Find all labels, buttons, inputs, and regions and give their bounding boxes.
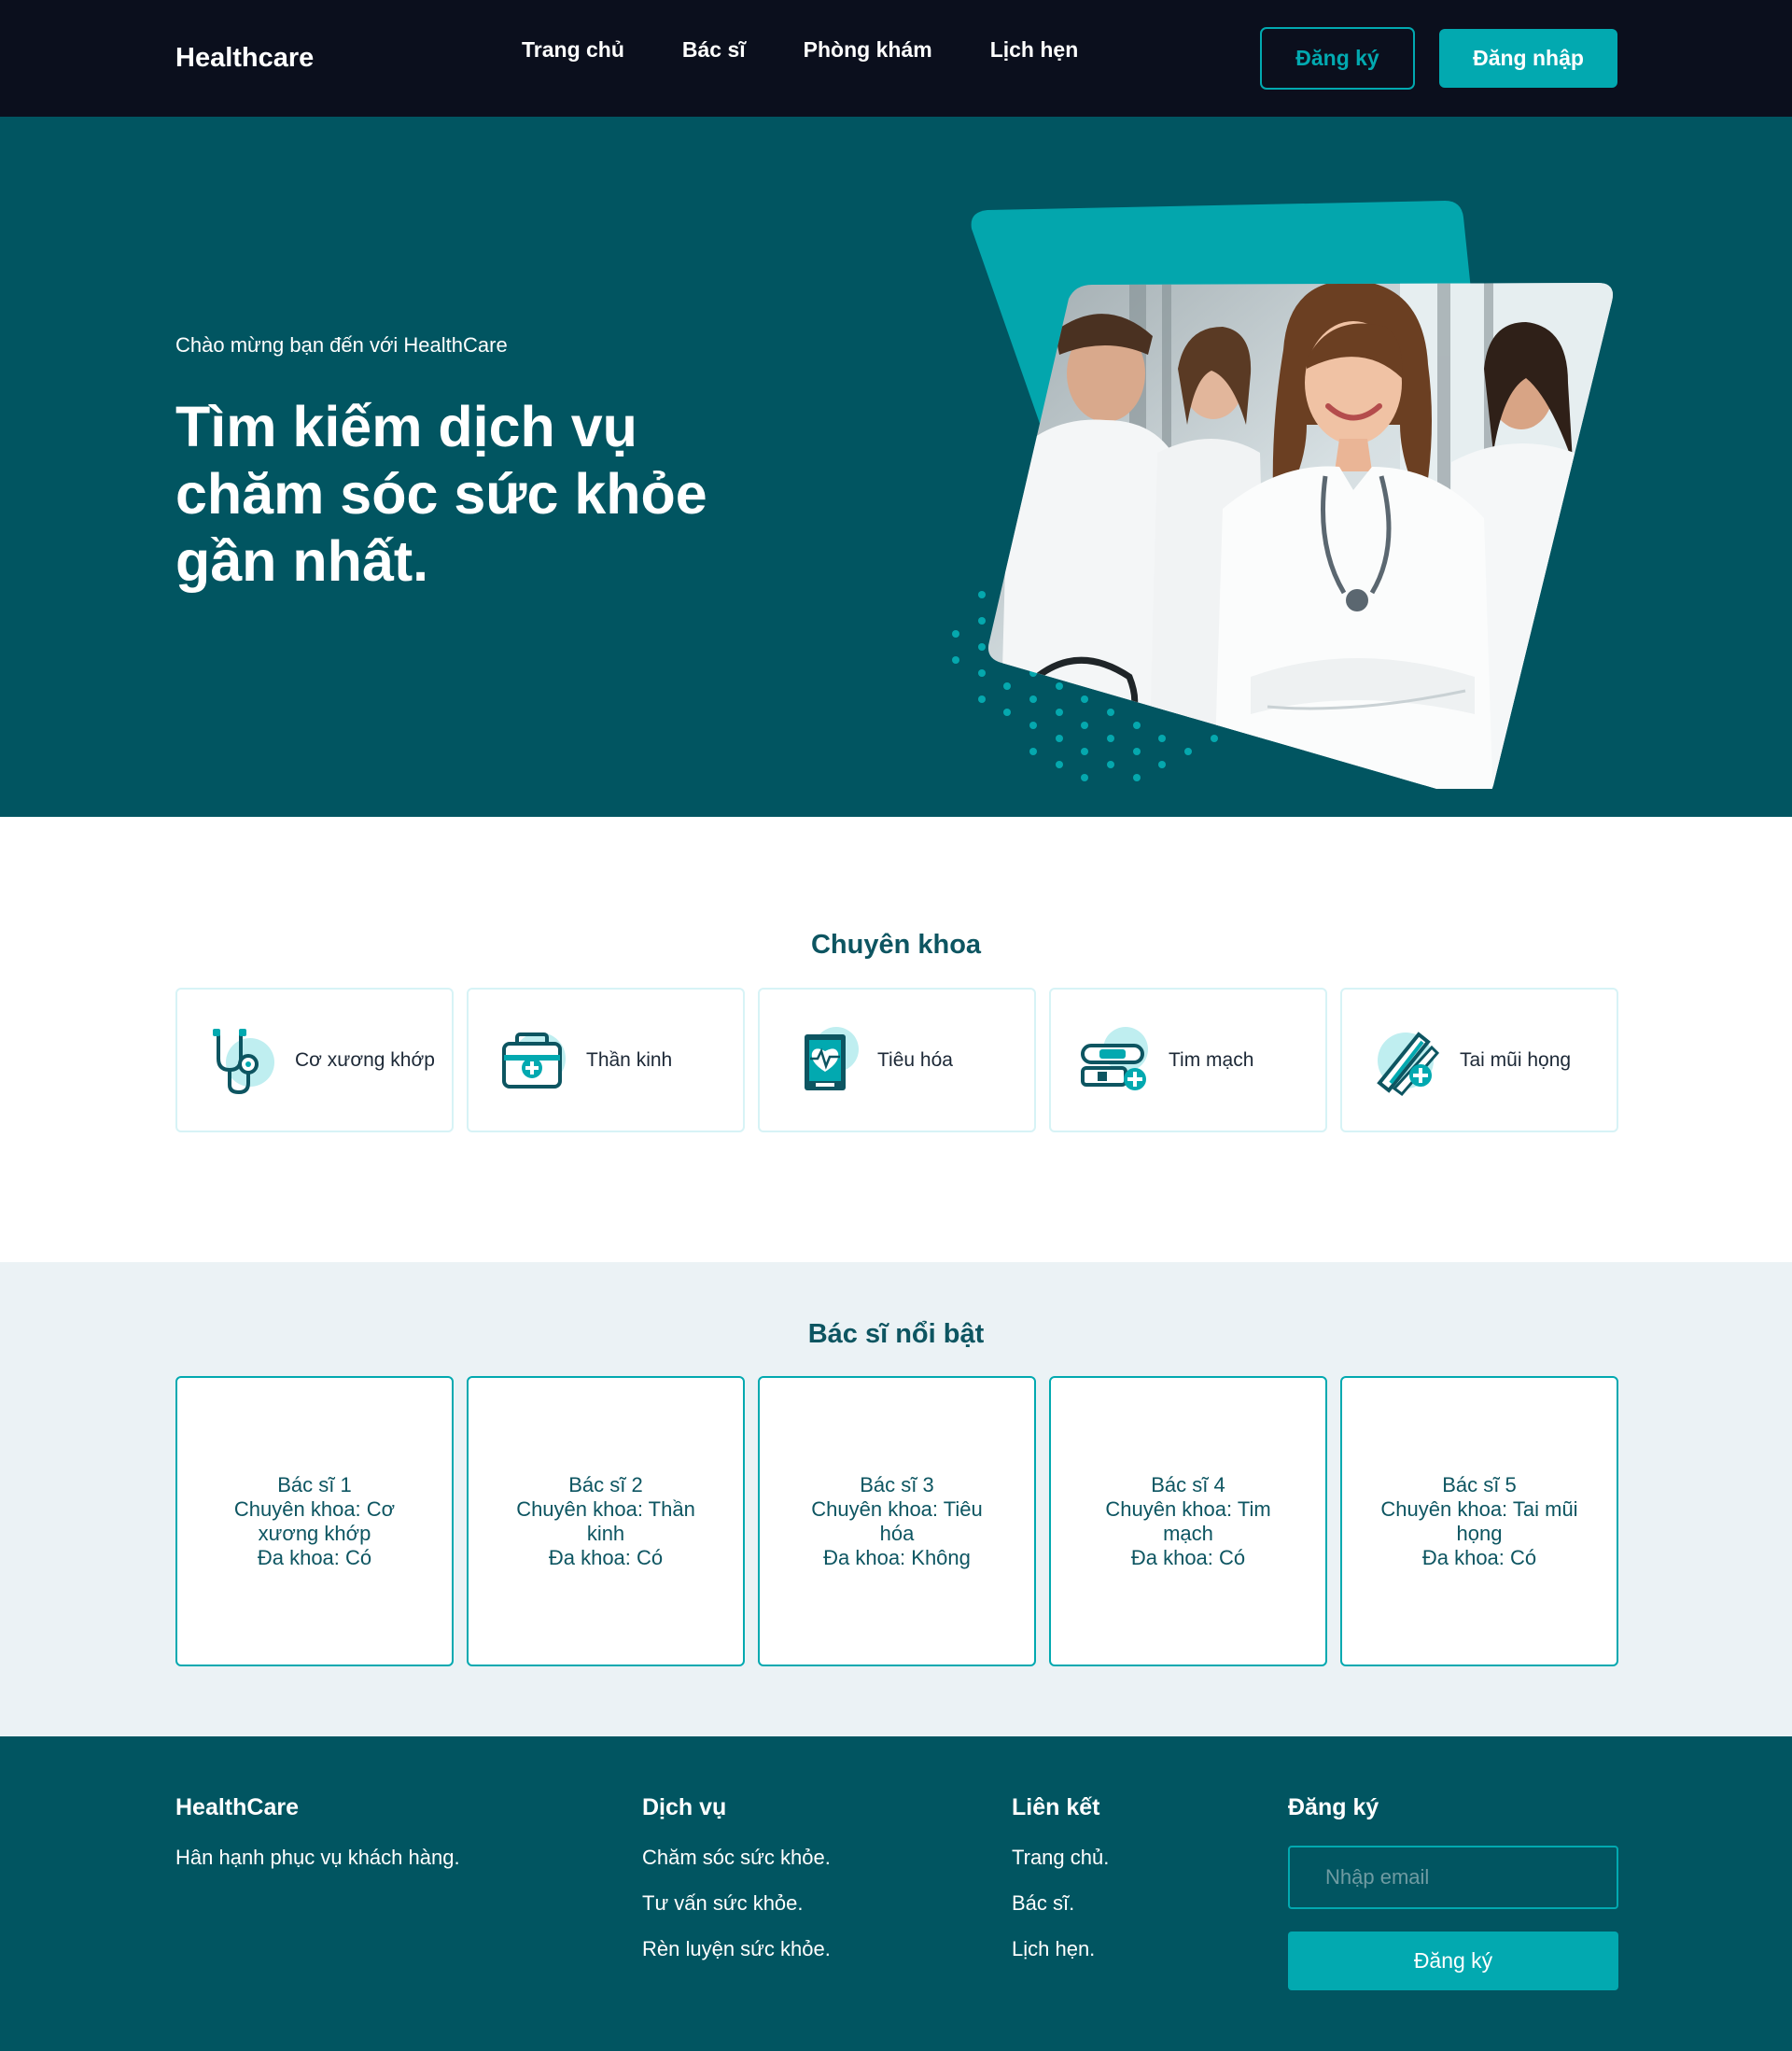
specialties-list: Cơ xương khớp Thần kinh Tiêu hóa Tim mạc… <box>175 988 1618 1132</box>
nav-link-clinics[interactable]: Phòng khám <box>804 37 932 63</box>
footer-brand-title: HealthCare <box>175 1794 299 1820</box>
doctor-name: Bác sĩ 4 <box>1151 1472 1225 1496</box>
specialty-label: Cơ xương khớp <box>295 1048 435 1071</box>
thermometer-icon <box>1377 1031 1440 1096</box>
doctor-card[interactable]: Bác sĩ 1 Chuyên khoa: Cơ xương khớp Đa k… <box>175 1376 454 1666</box>
featured-doctors-title: Bác sĩ nổi bật <box>807 1319 985 1349</box>
stethoscope-icon <box>213 1028 274 1094</box>
footer-service-link[interactable]: Tư vấn sức khỏe. <box>642 1891 831 1916</box>
footer-link-doctors[interactable]: Bác sĩ. <box>1012 1891 1109 1916</box>
doctor-general: Đa khoa: Có <box>1130 1545 1246 1569</box>
specialties-title: Chuyên khoa <box>810 930 982 960</box>
doctor-card[interactable]: Bác sĩ 3 Chuyên khoa: Tiêu hóa Đa khoa: … <box>758 1376 1036 1666</box>
footer: HealthCare Hân hạnh phục vụ khách hàng. … <box>0 1736 1792 2051</box>
specialty-label: Tai mũi họng <box>1460 1048 1572 1071</box>
featured-doctors-section: Bác sĩ nổi bật Bác sĩ 1 Chuyên khoa: Cơ … <box>0 1262 1792 1736</box>
footer-service-link[interactable]: Rèn luyện sức khỏe. <box>642 1937 831 1961</box>
footer-brand-column: HealthCare Hân hạnh phục vụ khách hàng. <box>175 1794 460 1891</box>
email-input[interactable] <box>1288 1846 1618 1909</box>
login-button[interactable]: Đăng nhập <box>1439 29 1617 88</box>
top-navbar: Healthcare Trang chủ Bác sĩ Phòng khám L… <box>0 0 1792 117</box>
doctor-specialty: Chuyên khoa: Tiêu hóa <box>811 1496 983 1545</box>
doctor-name: Bác sĩ 1 <box>277 1472 352 1496</box>
doctor-list: Bác sĩ 1 Chuyên khoa: Cơ xương khớp Đa k… <box>175 1376 1618 1666</box>
hero-headline: Tìm kiếm dịch vụ chăm sóc sức khỏe gần n… <box>175 395 707 593</box>
heart-monitor-icon <box>805 1026 859 1090</box>
footer-service-link[interactable]: Chăm sóc sức khỏe. <box>642 1846 831 1870</box>
footer-services-column: Dịch vụ Chăm sóc sức khỏe. Tư vấn sức kh… <box>642 1794 831 1983</box>
doctor-general: Đa khoa: Có <box>257 1545 372 1569</box>
nav-link-appointments[interactable]: Lịch hẹn <box>990 37 1079 63</box>
pills-icon <box>1081 1026 1148 1090</box>
hero-doctors-image <box>952 201 1614 789</box>
specialty-label: Tim mạch <box>1169 1048 1254 1071</box>
specialty-card-ent[interactable]: Tai mũi họng <box>1340 988 1618 1132</box>
footer-links-column: Liên kết Trang chủ. Bác sĩ. Lịch hẹn. <box>1012 1794 1109 1983</box>
hero-welcome-text: Chào mừng bạn đến với HealthCare <box>175 333 508 357</box>
hero-section: Chào mừng bạn đến với HealthCare Tìm kiế… <box>0 117 1792 817</box>
doctor-general: Đa khoa: Có <box>548 1545 664 1569</box>
doctor-specialty: Chuyên khoa: Cơ xương khớp <box>233 1496 396 1545</box>
doctor-name: Bác sĩ 3 <box>860 1472 934 1496</box>
main-menu: Trang chủ Bác sĩ Phòng khám Lịch hẹn <box>522 37 1078 63</box>
footer-link-appointments[interactable]: Lịch hẹn. <box>1012 1937 1109 1961</box>
subscribe-button[interactable]: Đăng ký <box>1288 1932 1618 1990</box>
doctor-card[interactable]: Bác sĩ 5 Chuyên khoa: Tai mũi họng Đa kh… <box>1340 1376 1618 1666</box>
nav-link-home[interactable]: Trang chủ <box>522 37 624 63</box>
medical-kit-icon <box>502 1032 566 1089</box>
specialty-card-musculoskeletal[interactable]: Cơ xương khớp <box>175 988 454 1132</box>
specialty-label: Thần kinh <box>586 1048 673 1071</box>
footer-tagline: Hân hạnh phục vụ khách hàng. <box>175 1846 460 1869</box>
footer-subscribe-title: Đăng ký <box>1288 1794 1379 1820</box>
specialty-label: Tiêu hóa <box>877 1048 953 1071</box>
footer-services-title: Dịch vụ <box>642 1794 727 1820</box>
footer-subscribe-column: Đăng ký Đăng ký <box>1288 1794 1618 1990</box>
doctor-card[interactable]: Bác sĩ 2 Chuyên khoa: Thần kinh Đa khoa:… <box>467 1376 745 1666</box>
specialty-card-neurology[interactable]: Thần kinh <box>467 988 745 1132</box>
doctor-name: Bác sĩ 5 <box>1442 1472 1517 1496</box>
doctor-general: Đa khoa: Có <box>1421 1545 1537 1569</box>
register-button[interactable]: Đăng ký <box>1260 27 1415 90</box>
doctor-specialty: Chuyên khoa: Tai mũi họng <box>1380 1496 1578 1545</box>
doctor-name: Bác sĩ 2 <box>568 1472 643 1496</box>
footer-links-title: Liên kết <box>1012 1794 1100 1820</box>
footer-link-home[interactable]: Trang chủ. <box>1012 1846 1109 1870</box>
nav-link-doctors[interactable]: Bác sĩ <box>682 37 746 63</box>
specialty-card-cardiology[interactable]: Tim mạch <box>1049 988 1327 1132</box>
doctor-general: Đa khoa: Không <box>823 1545 971 1569</box>
brand-logo[interactable]: Healthcare <box>175 43 314 74</box>
doctor-card[interactable]: Bác sĩ 4 Chuyên khoa: Tim mạch Đa khoa: … <box>1049 1376 1327 1666</box>
doctor-specialty: Chuyên khoa: Thần kinh <box>516 1496 695 1545</box>
specialty-card-digestive[interactable]: Tiêu hóa <box>758 988 1036 1132</box>
doctor-specialty: Chuyên khoa: Tim mạch <box>1105 1496 1271 1545</box>
